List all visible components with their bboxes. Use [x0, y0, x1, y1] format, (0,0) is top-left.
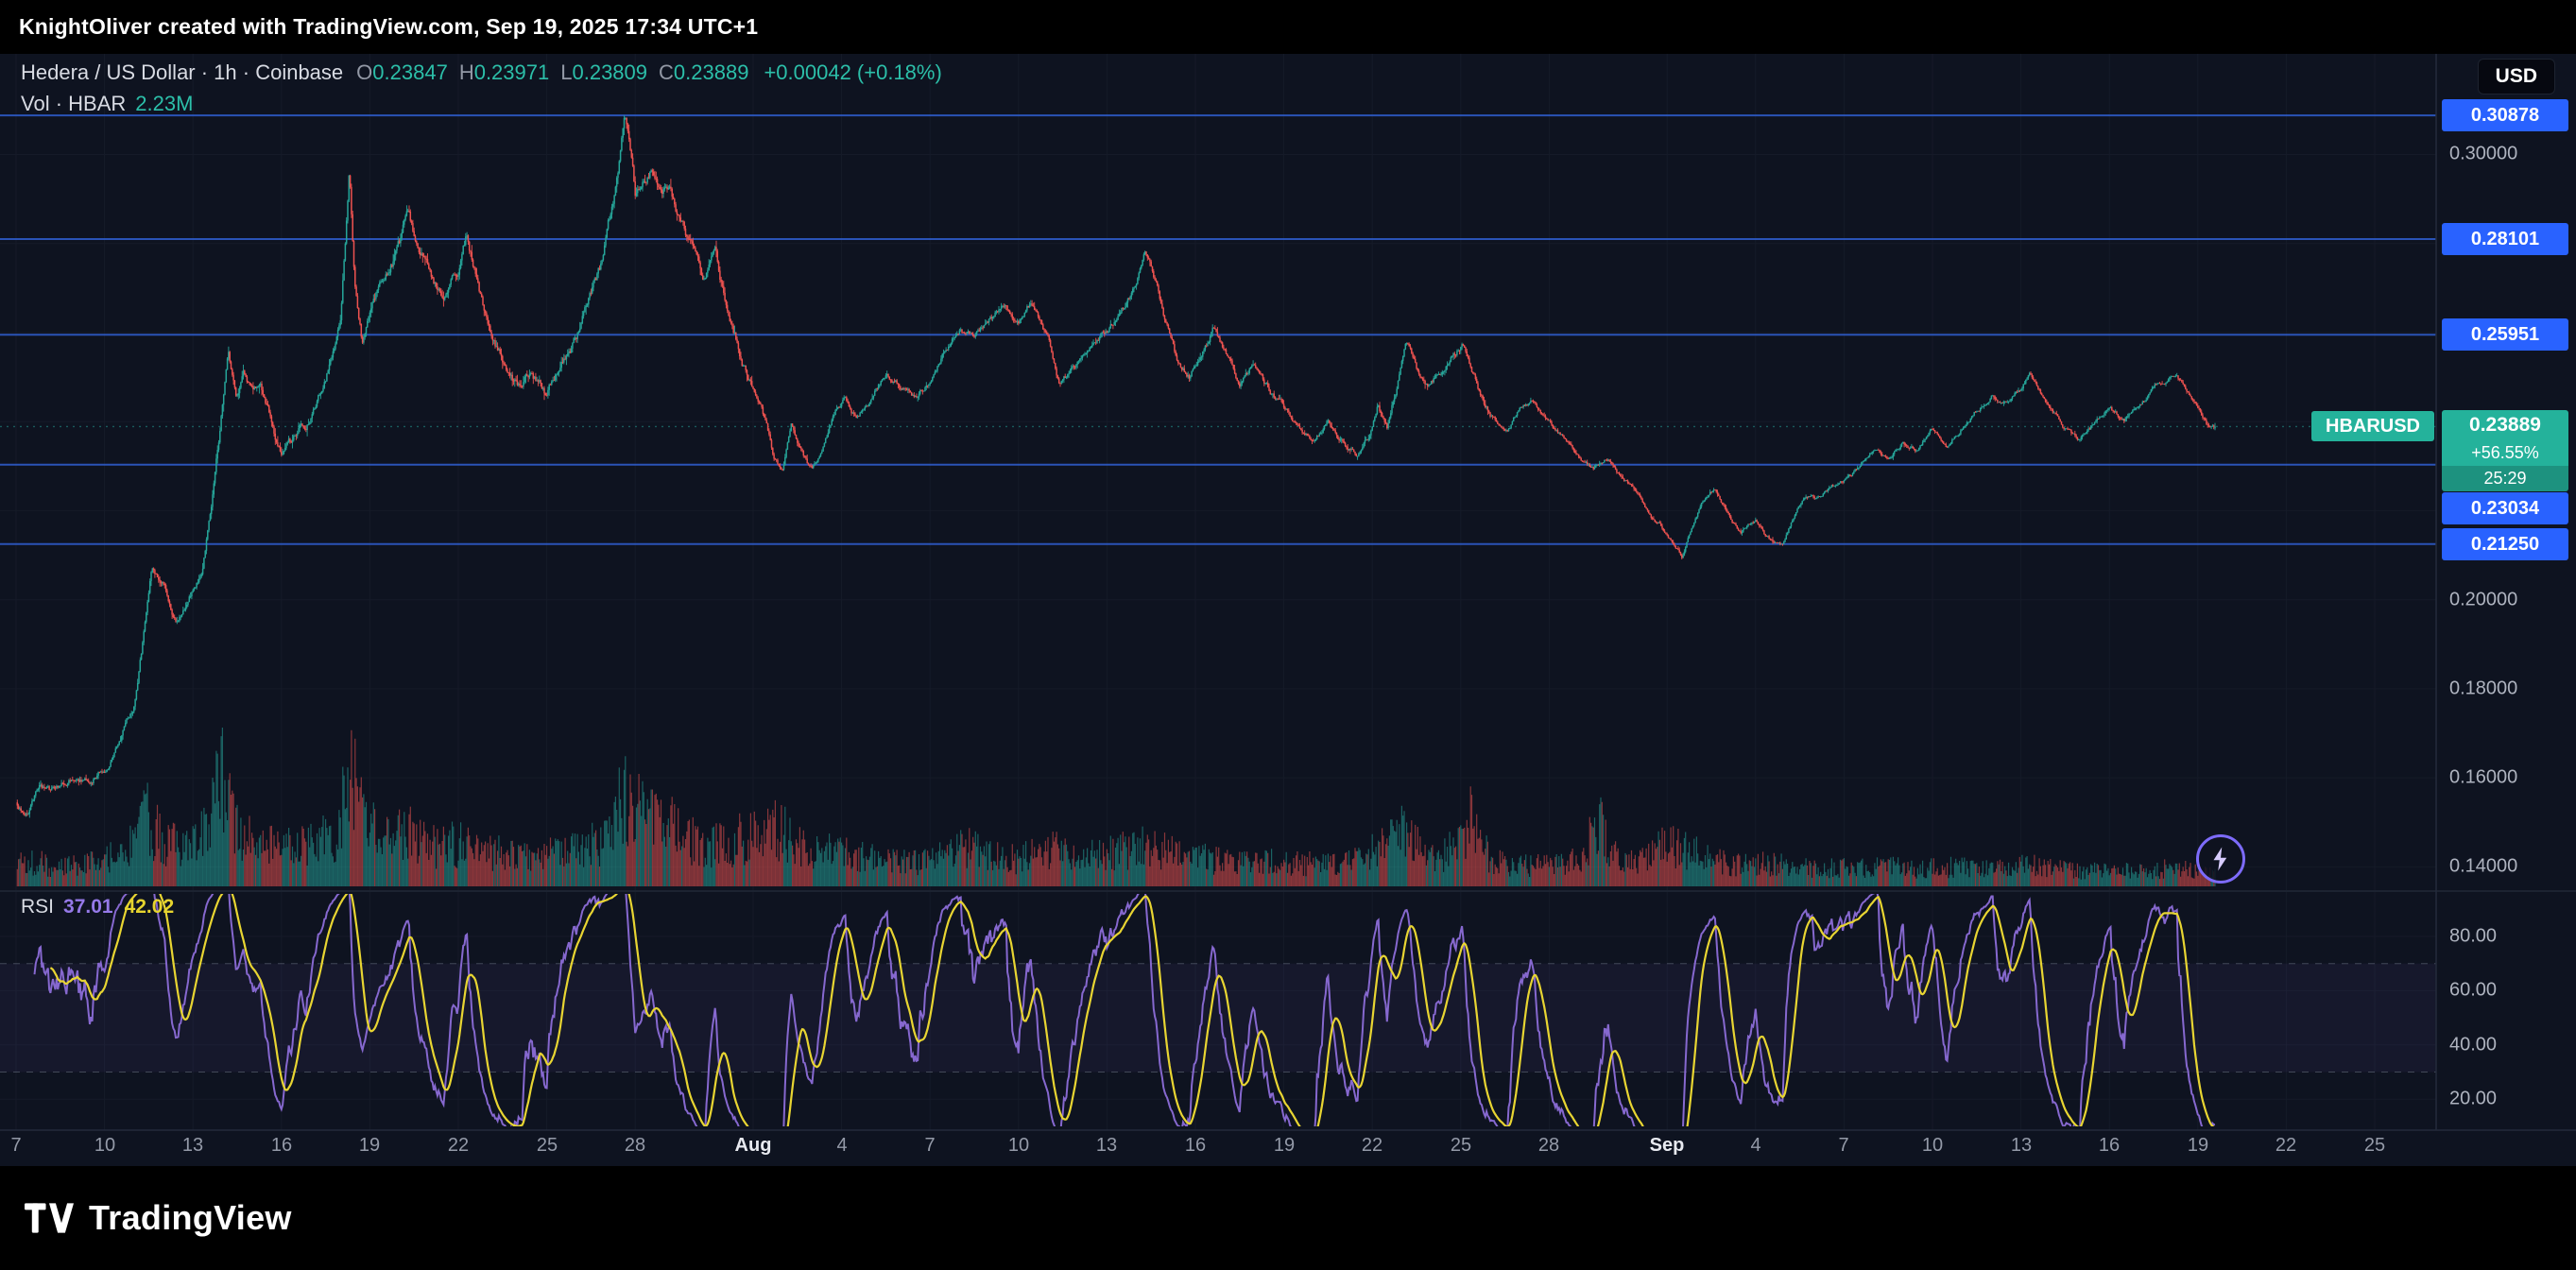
rsi-legend[interactable]: RSI 37.01 42.02	[21, 896, 174, 918]
price-line-label: 0.25951	[2442, 318, 2568, 351]
time-axis-label: 4	[1750, 1135, 1760, 1157]
time-axis-label: 10	[1922, 1135, 1943, 1157]
footer-bar: TradingView	[0, 1166, 2576, 1270]
bar-countdown: 25:29	[2442, 466, 2568, 491]
time-axis-label: 13	[1096, 1135, 1117, 1157]
time-axis-label: 7	[10, 1135, 21, 1157]
price-axis-label: 0.18000	[2449, 678, 2517, 700]
time-axis-label: 16	[271, 1135, 292, 1157]
time-axis-label: 4	[836, 1135, 847, 1157]
attribution-text: KnightOliver created with TradingView.co…	[19, 14, 758, 40]
symbol-title[interactable]: Hedera / US Dollar · 1h · Coinbase	[21, 60, 343, 85]
ohlc-high: H0.23971	[459, 60, 549, 85]
rsi-value: 37.01	[63, 896, 113, 918]
time-axis-month-label: Aug	[735, 1135, 772, 1157]
time-axis-label: 13	[182, 1135, 203, 1157]
time-axis-label: 10	[94, 1135, 115, 1157]
ohlc-open: O0.23847	[356, 60, 448, 85]
volume-value: 2.23M	[135, 92, 193, 116]
price-line-label: 0.21250	[2442, 528, 2568, 560]
time-axis-label: 25	[1451, 1135, 1471, 1157]
time-axis-label: 7	[1838, 1135, 1848, 1157]
lightning-icon	[2207, 845, 2235, 873]
time-axis-label: 16	[1185, 1135, 1206, 1157]
symbol-legend[interactable]: Hedera / US Dollar · 1h · Coinbase O0.23…	[21, 60, 942, 85]
last-price-label: 0.23889 +56.55% 25:29	[2442, 410, 2568, 491]
time-axis-label: 13	[2011, 1135, 2032, 1157]
price-axis-label: 0.30000	[2449, 144, 2517, 165]
price-line-label: 0.23034	[2442, 492, 2568, 524]
price-axis-label: 0.20000	[2449, 590, 2517, 611]
tradingview-chart-page: KnightOliver created with TradingView.co…	[0, 0, 2576, 1270]
time-axis-label: 28	[625, 1135, 645, 1157]
time-axis-label: 25	[537, 1135, 558, 1157]
time-axis-month-label: Sep	[1650, 1135, 1685, 1157]
time-axis-label: 10	[1008, 1135, 1029, 1157]
chart-canvas[interactable]	[0, 0, 2576, 1270]
time-axis-label: 28	[1538, 1135, 1559, 1157]
rsi-axis-label: 80.00	[2449, 926, 2497, 948]
time-axis-label: 16	[2099, 1135, 2120, 1157]
rsi-ma-value: 42.02	[125, 896, 175, 918]
last-price-value: 0.23889	[2442, 410, 2568, 440]
volume-legend[interactable]: Vol · HBAR 2.23M	[21, 92, 193, 116]
time-axis-label: 22	[448, 1135, 469, 1157]
rsi-axis-label: 20.00	[2449, 1089, 2497, 1110]
price-line-label: 0.30878	[2442, 99, 2568, 131]
ohlc-low: L0.23809	[560, 60, 647, 85]
time-axis-label: 19	[1274, 1135, 1295, 1157]
time-axis-label: 19	[359, 1135, 380, 1157]
time-axis-label: 19	[2188, 1135, 2208, 1157]
price-axis-label: 0.14000	[2449, 856, 2517, 878]
change-value: +0.00042 (+0.18%)	[764, 60, 941, 85]
price-line-label: 0.28101	[2442, 223, 2568, 255]
time-axis-label: 7	[924, 1135, 935, 1157]
ohlc-close: C0.23889	[659, 60, 748, 85]
rsi-label: RSI	[21, 896, 54, 918]
rsi-axis-label: 40.00	[2449, 1035, 2497, 1056]
last-price-change-pct: +56.55%	[2442, 440, 2568, 466]
tradingview-logo-icon[interactable]	[25, 1203, 74, 1233]
quick-action-button[interactable]	[2196, 834, 2245, 884]
tradingview-wordmark[interactable]: TradingView	[89, 1198, 292, 1238]
price-axis-label: 0.16000	[2449, 767, 2517, 789]
time-axis-label: 22	[1362, 1135, 1382, 1157]
attribution-bar: KnightOliver created with TradingView.co…	[0, 0, 2576, 54]
time-axis-label: 25	[2364, 1135, 2385, 1157]
currency-toggle-button[interactable]: USD	[2478, 59, 2555, 94]
symbol-price-chip: HBARUSD	[2311, 411, 2434, 441]
rsi-axis-label: 60.00	[2449, 980, 2497, 1002]
time-axis-label: 22	[2275, 1135, 2296, 1157]
volume-label: Vol · HBAR	[21, 92, 126, 116]
